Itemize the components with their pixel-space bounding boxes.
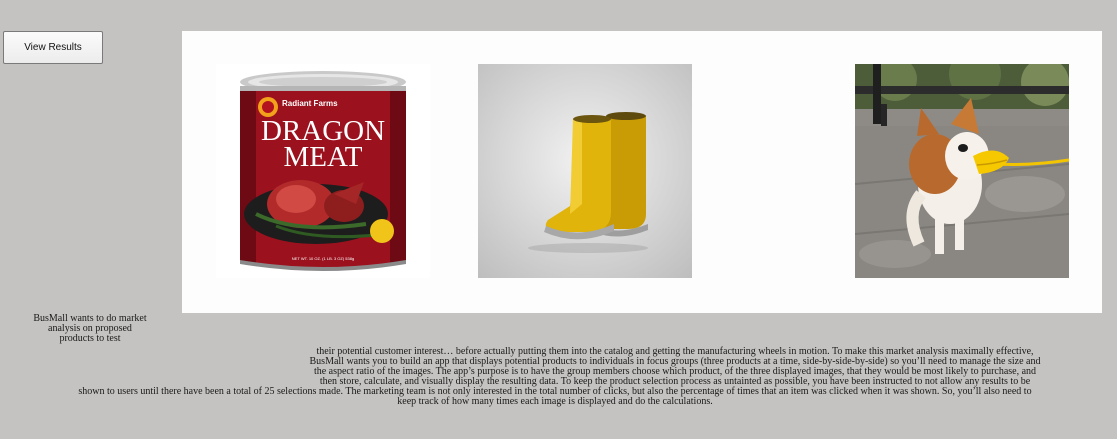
product-image-dragon-meat[interactable]: Radiant Farms DRAGON MEAT NET WT. 10 OZ.… (216, 64, 430, 278)
product-image-dog-duck-muzzle[interactable] (855, 64, 1069, 278)
brand-name: Radiant Farms (282, 99, 338, 108)
intro-side-text: BusMall wants to do market analysis on p… (33, 313, 147, 344)
product-image-rain-boots[interactable] (478, 64, 692, 278)
product-display-panel: Radiant Farms DRAGON MEAT NET WT. 10 OZ.… (182, 31, 1102, 313)
view-results-button[interactable]: View Results (3, 31, 103, 64)
dragon-meat-can-image: Radiant Farms DRAGON MEAT NET WT. 10 OZ.… (216, 64, 430, 278)
product-title-line2: MEAT (284, 141, 363, 173)
intro-line: keep track of how many times each image … (397, 396, 713, 407)
intro-body-text: their potential customer interest… befor… (40, 347, 1070, 407)
dog-duck-muzzle-image (855, 64, 1069, 278)
net-weight: NET WT. 10 OZ. (1 LB. 3 OZ) 538g (292, 256, 354, 261)
rain-boots-image (478, 64, 692, 278)
